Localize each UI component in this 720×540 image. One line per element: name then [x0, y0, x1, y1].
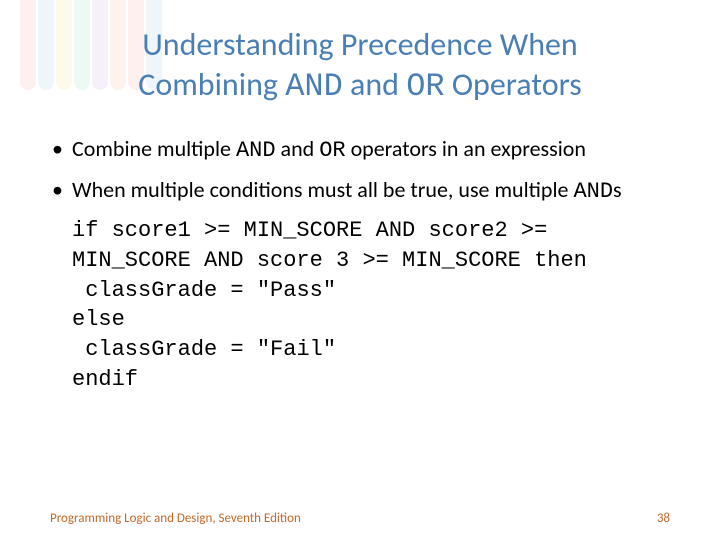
bullet-1-mono-a: AND	[236, 138, 276, 163]
page-number: 38	[657, 511, 670, 526]
slide: Understanding Precedence When Combining …	[0, 0, 720, 540]
title-and: AND	[285, 68, 343, 105]
bullet-2-mono-a: AND	[573, 179, 613, 204]
content-area: Combine multiple AND and OR operators in…	[50, 135, 670, 394]
title-mid: and	[343, 65, 406, 104]
footer: Programming Logic and Design, Seventh Ed…	[50, 511, 670, 526]
bullet-1-text-b: and	[276, 135, 320, 162]
title-line1: Understanding Precedence When	[142, 25, 577, 64]
code-line-3: else	[72, 305, 670, 335]
code-line-1: if score1 >= MIN_SCORE AND score2 >= MIN…	[72, 216, 670, 275]
code-block: if score1 >= MIN_SCORE AND score2 >= MIN…	[50, 216, 670, 394]
bullet-2-text-b: s	[613, 176, 622, 203]
title-line2-prefix: Combining	[138, 65, 285, 104]
title-suffix: Operators	[445, 65, 582, 104]
code-line-2: classGrade = "Pass"	[72, 276, 670, 306]
code-line-4: classGrade = "Fail"	[72, 335, 670, 365]
bullet-2-text-a: When multiple conditions must all be tru…	[72, 176, 573, 203]
bullet-1-text-c: operators in an expression	[346, 135, 586, 162]
footer-text: Programming Logic and Design, Seventh Ed…	[50, 511, 301, 526]
slide-title: Understanding Precedence When Combining …	[50, 25, 670, 107]
bullet-1-text-a: Combine multiple	[72, 135, 236, 162]
bullet-1: Combine multiple AND and OR operators in…	[50, 135, 670, 166]
code-line-5: endif	[72, 365, 670, 395]
title-or: OR	[406, 68, 444, 105]
bullet-2: When multiple conditions must all be tru…	[50, 176, 670, 207]
bullet-1-mono-b: OR	[319, 138, 345, 163]
